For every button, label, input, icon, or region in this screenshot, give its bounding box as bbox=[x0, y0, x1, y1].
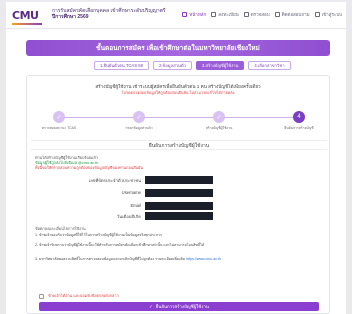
step-4: 4 ยืนยันการสร้างบัญชี bbox=[269, 111, 329, 131]
tab-create-account[interactable]: 3.สร้างบัญชีผู้ใช้งาน bbox=[195, 61, 245, 70]
submit-button[interactable]: ✓ ยืนยันการสร้างบัญชีผู้ใช้งาน bbox=[39, 302, 319, 311]
step-check-icon: ✓ bbox=[53, 111, 65, 123]
nav-check[interactable]: ตรวจสอบ bbox=[243, 11, 270, 18]
field-value-redacted bbox=[145, 212, 213, 220]
agree-row[interactable]: ข้าพเจ้าได้อ่าน และยอมรับข้อตกลงดังกล่าว bbox=[39, 293, 119, 299]
step-label: กรอกข้อมูลส่วนตัว bbox=[125, 126, 153, 130]
step-check-icon: ✓ bbox=[213, 111, 225, 123]
site-title-line2: ปีการศึกษา 2569 bbox=[52, 14, 89, 20]
step-label: ตรวจสอบสถานะ TCAS bbox=[41, 126, 77, 130]
field-email: Email bbox=[27, 202, 331, 211]
phone-icon bbox=[274, 12, 280, 17]
agree-label: ข้าพเจ้าได้อ่าน และยอมรับข้อตกลงดังกล่าว bbox=[48, 294, 119, 298]
field-value-redacted bbox=[145, 189, 213, 197]
terms-heading: ข้อตกลงและเงื่อนไขการใช้งาน bbox=[35, 227, 86, 231]
cmu-logo[interactable]: CMU bbox=[12, 8, 46, 25]
step-check-icon: ✓ bbox=[133, 111, 145, 123]
home-icon bbox=[182, 12, 188, 17]
tab-personal-info[interactable]: 2.ข้อมูลส่วนตัว bbox=[152, 61, 192, 70]
submit-label: ยืนยันการสร้างบัญชีผู้ใช้งาน bbox=[155, 304, 209, 309]
field-value-redacted bbox=[145, 176, 213, 184]
progress-stepper: ✓ ตรวจสอบสถานะ TCAS ✓ กรอกข้อมูลส่วนตัว … bbox=[37, 109, 321, 137]
section-title: ยืนยันการสร้างบัญชีผู้ใช้งาน bbox=[31, 140, 327, 150]
top-navbar: CMU การรับสมัครคัดเลือกบุคคล เข้าศึกษาระ… bbox=[6, 2, 346, 29]
term-text: 3. มหาวิทยาลัยขอสงวนสิทธิ์ในการตรวจสอบข้… bbox=[35, 257, 186, 261]
info-block: ท่านได้สร้างบัญชีผู้ใช้งานเรียบร้อยแล้ว … bbox=[35, 156, 323, 171]
logo-text: CMU bbox=[12, 9, 39, 22]
step-label: ยืนยันการสร้างบัญชี bbox=[284, 126, 314, 130]
term-item: 3. มหาวิทยาลัยขอสงวนสิทธิ์ในการตรวจสอบข้… bbox=[35, 257, 325, 262]
page-title: ขั้นตอนการสมัคร เพื่อเข้าศึกษาต่อในมหาวิ… bbox=[96, 45, 260, 52]
form-card: สร้างบัญชีผู้ใช้งาน เข้าระบบผู้สมัครเพื่… bbox=[26, 75, 330, 314]
field-value-redacted bbox=[145, 202, 213, 210]
field-username: Username bbox=[27, 189, 331, 198]
register-icon bbox=[211, 12, 217, 17]
check-icon: ✓ bbox=[149, 303, 153, 309]
step-tabs: 1.ยืนยันตัวตน TCAS 69 2.ข้อมูลส่วนตัว 3.… bbox=[94, 61, 291, 70]
main-nav: หน้าหลัก ลงทะเบียน ตรวจสอบ ติดต่อสอบถาม … bbox=[182, 11, 342, 18]
stepper-line bbox=[59, 117, 299, 119]
term-item: 2. ข้าพเจ้ารับทราบว่าบัญชีผู้ใช้งานนี้จะ… bbox=[35, 243, 205, 247]
step-3: ✓ สร้างบัญชีผู้ใช้งาน bbox=[189, 111, 249, 131]
instruction-warning: โปรดตรวจสอบข้อมูลให้ถูกต้องก่อนยืนยัน ไม… bbox=[121, 91, 235, 95]
field-label: Email bbox=[130, 203, 141, 208]
step-number: 4 bbox=[293, 111, 305, 123]
nav-register[interactable]: ลงทะเบียน bbox=[211, 11, 239, 18]
nav-login[interactable]: เข้าสู่ระบบ bbox=[314, 11, 342, 18]
logo-underline bbox=[12, 23, 42, 25]
nav-contact[interactable]: ติดต่อสอบถาม bbox=[274, 11, 310, 18]
site-title: การรับสมัครคัดเลือกบุคคล เข้าศึกษาระดับป… bbox=[52, 8, 166, 20]
field-id-card: เลขที่บัตรประจำตัวประชาชน bbox=[27, 176, 331, 185]
field-label: เลขที่บัตรประจำตัวประชาชน bbox=[88, 178, 141, 183]
step-label: สร้างบัญชีผู้ใช้งาน bbox=[205, 126, 233, 130]
login-icon bbox=[314, 12, 320, 17]
page: CMU การรับสมัครคัดเลือกบุคคล เข้าศึกษาระ… bbox=[6, 2, 346, 314]
term-item: 1. ข้าพเจ้ายอมรับว่าข้อมูลที่ให้ไว้ในการ… bbox=[35, 233, 162, 237]
field-label: วันเดือนปีเกิด bbox=[116, 214, 141, 219]
nav-home[interactable]: หน้าหลัก bbox=[182, 11, 206, 18]
page-banner: ขั้นตอนการสมัคร เพื่อเข้าศึกษาต่อในมหาวิ… bbox=[26, 40, 330, 56]
terms-link[interactable]: https://www.cmu.ac.th bbox=[186, 257, 221, 261]
field-label: Username bbox=[121, 190, 141, 195]
agree-checkbox[interactable] bbox=[39, 293, 44, 299]
step-1: ✓ ตรวจสอบสถานะ TCAS bbox=[29, 111, 89, 131]
step-2: ✓ กรอกข้อมูลส่วนตัว bbox=[109, 111, 169, 131]
tab-select-major[interactable]: 4.เลือกสาขาวิชา bbox=[248, 61, 291, 70]
check-icon bbox=[243, 12, 249, 17]
tab-verify[interactable]: 1.ยืนยันตัวตน TCAS 69 bbox=[94, 61, 149, 70]
info-warning: ทั้งนี้ขอให้ตรวจสอบความถูกต้องของข้อมูลบ… bbox=[35, 166, 143, 170]
field-birthdate: วันเดือนปีเกิด bbox=[27, 212, 331, 221]
